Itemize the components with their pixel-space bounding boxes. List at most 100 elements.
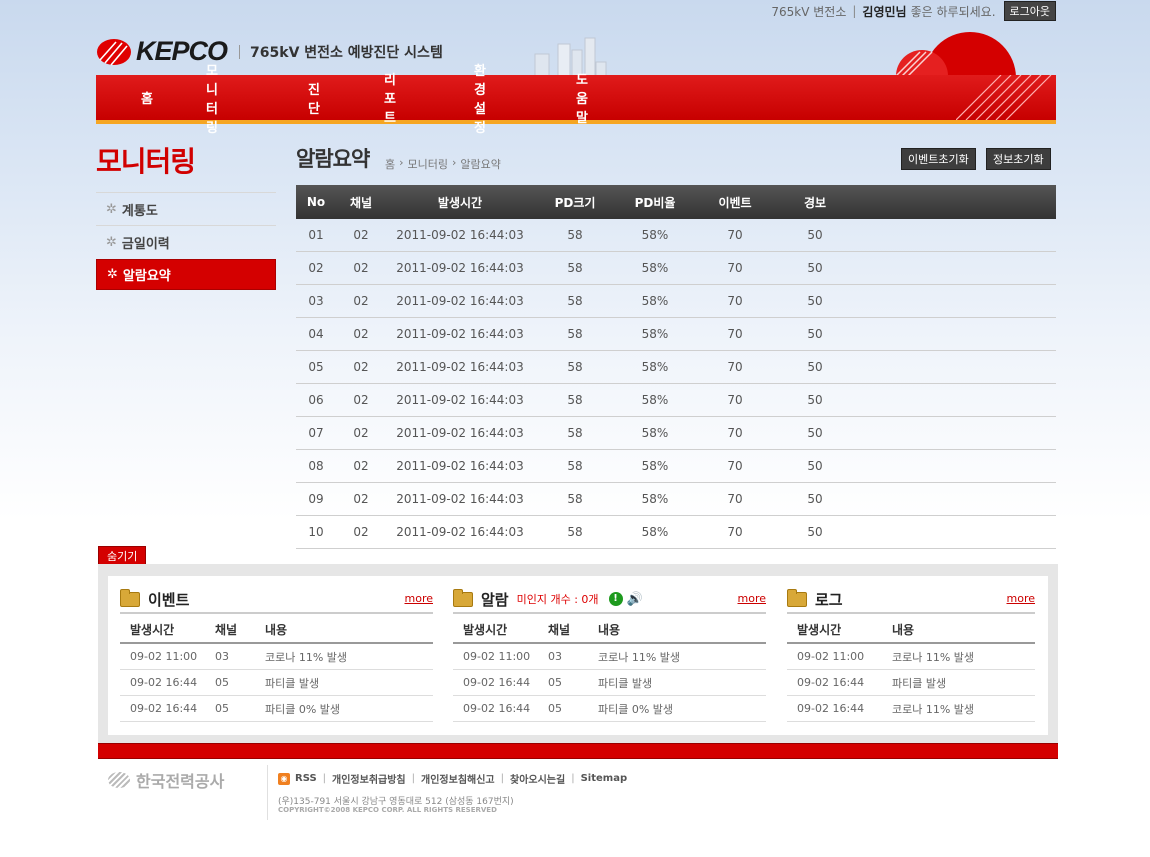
table-cell: 70: [694, 251, 776, 285]
table-cell: 05: [538, 695, 588, 722]
table-cell: 07: [296, 416, 336, 450]
table-row[interactable]: 04 02 2011-09-02 16:44:03 58 58% 70 50: [296, 317, 1056, 351]
speaker-icon[interactable]: 🔊: [627, 592, 643, 607]
footer-link-directions[interactable]: 찾아오시는길: [510, 771, 565, 786]
table-row[interactable]: 09-02 16:44 파티클 발생: [787, 669, 1035, 696]
table-cell: 코로나 11% 발생: [588, 643, 766, 670]
table-row[interactable]: 02 02 2011-09-02 16:44:03 58 58% 70 50: [296, 251, 1056, 285]
table-cell: 50: [776, 416, 854, 450]
table-cell-empty: [854, 219, 1056, 252]
table-row[interactable]: 09 02 2011-09-02 16:44:03 58 58% 70 50: [296, 482, 1056, 516]
chevron-right-icon: ›: [452, 156, 457, 169]
alarm-chat-icon[interactable]: !: [608, 592, 623, 606]
event-reset-button[interactable]: 이벤트초기화: [901, 148, 976, 170]
table-row[interactable]: 09-02 11:00 코로나 11% 발생: [787, 643, 1035, 670]
table-cell: 03: [205, 643, 255, 670]
table-cell: 2011-09-02 16:44:03: [386, 383, 534, 417]
table-cell: 50: [776, 449, 854, 483]
table-row[interactable]: 05 02 2011-09-02 16:44:03 58 58% 70 50: [296, 350, 1056, 384]
rss-icon: ◉: [278, 772, 290, 785]
city-decoration: [534, 37, 607, 76]
hide-panels-button[interactable]: 숨기기: [98, 546, 147, 566]
logout-button[interactable]: 로그아웃: [1003, 1, 1056, 21]
table-cell: 코로나 11% 발생: [882, 695, 1035, 722]
table-cell: 02: [336, 317, 386, 351]
table-header-row: No 채널 발생시간 PD크기 PD비율 이벤트 경보: [296, 185, 1056, 219]
table-row[interactable]: 09-02 16:44 05 파티클 발생: [120, 669, 433, 696]
nav-item-diagnosis[interactable]: 진단: [308, 79, 320, 117]
table-cell-empty: [854, 482, 1056, 516]
column-header: 내용: [882, 616, 1035, 644]
table-cell: 02: [336, 515, 386, 549]
table-row[interactable]: 09-02 16:44 05 파티클 0% 발생: [120, 695, 433, 722]
table-cell: 02: [336, 251, 386, 285]
table-cell: 58%: [616, 284, 694, 318]
table-row[interactable]: 09-02 11:00 03 코로나 11% 발생: [120, 643, 433, 670]
footer-link-privacy-policy[interactable]: 개인정보취급방침: [332, 771, 406, 786]
nav-item-monitoring[interactable]: 모니터링: [206, 60, 218, 136]
footer-link-rss[interactable]: RSS: [295, 773, 317, 784]
sidebar-item-alarm-summary[interactable]: ✲ 알람요약: [96, 259, 276, 290]
info-reset-button[interactable]: 정보초기화: [986, 148, 1051, 170]
alarm-summary-table: No 채널 발생시간 PD크기 PD비율 이벤트 경보 01 02 2011-09-…: [296, 185, 1056, 549]
event-more-link[interactable]: more: [405, 592, 434, 605]
table-cell: 70: [694, 515, 776, 549]
table-row[interactable]: 03 02 2011-09-02 16:44:03 58 58% 70 50: [296, 284, 1056, 318]
table-cell: 58: [534, 251, 616, 285]
table-row[interactable]: 09-02 16:44 코로나 11% 발생: [787, 695, 1035, 722]
footer-divider-bar: [98, 743, 1058, 759]
table-cell: 58%: [616, 482, 694, 516]
gear-icon: ✲: [106, 234, 117, 250]
table-row[interactable]: 06 02 2011-09-02 16:44:03 58 58% 70 50: [296, 383, 1056, 417]
table-cell: 58%: [616, 317, 694, 351]
table-row[interactable]: 09-02 16:44 05 파티클 0% 발생: [453, 695, 766, 722]
footer-link-sitemap[interactable]: Sitemap: [581, 773, 628, 784]
sidebar-item-label: 금일이력: [121, 236, 170, 252]
event-panel: 이벤트 more 발생시간 채널 내용 09-02 11:00 03 코로나 11%…: [120, 586, 433, 722]
table-cell-empty: [854, 449, 1056, 483]
footer-links: ◉ RSS | 개인정보취급방침 | 개인정보침해신고 | 찾아오시는길 | S…: [278, 771, 627, 786]
nav-item-home[interactable]: 홈: [141, 88, 153, 107]
nav-item-settings[interactable]: 환경설정: [474, 60, 486, 136]
table-cell: 2011-09-02 16:44:03: [386, 251, 534, 285]
sidebar-menu: ✲ 계통도 ✲ 금일이력 ✲ 알람요약: [96, 192, 276, 290]
table-cell: 10: [296, 515, 336, 549]
logo-divider: [239, 44, 241, 59]
breadcrumb-monitoring[interactable]: 모니터링: [408, 156, 448, 172]
table-cell: 58%: [616, 449, 694, 483]
table-row[interactable]: 07 02 2011-09-02 16:44:03 58 58% 70 50: [296, 416, 1056, 450]
table-cell: 02: [336, 383, 386, 417]
sidebar-item-today-history[interactable]: ✲ 금일이력: [96, 225, 276, 258]
nav-item-help[interactable]: 도움말: [576, 69, 588, 126]
breadcrumb-current: 알람요약: [460, 158, 501, 171]
log-panel-title: 로그: [815, 590, 843, 609]
alarm-more-link[interactable]: more: [738, 592, 767, 605]
system-name: 765kV 변전소 예방진단 시스템: [250, 44, 443, 61]
table-cell: 58: [534, 449, 616, 483]
table-row[interactable]: 01 02 2011-09-02 16:44:03 58 58% 70 50: [296, 219, 1056, 252]
table-row[interactable]: 10 02 2011-09-02 16:44:03 58 58% 70 50: [296, 515, 1056, 549]
table-cell: 50: [776, 284, 854, 318]
table-row[interactable]: 09-02 16:44 05 파티클 발생: [453, 669, 766, 696]
table-cell-empty: [854, 383, 1056, 417]
table-cell: 50: [776, 251, 854, 285]
table-row[interactable]: 08 02 2011-09-02 16:44:03 58 58% 70 50: [296, 449, 1056, 483]
table-row[interactable]: 09-02 11:00 03 코로나 11% 발생: [453, 643, 766, 670]
table-cell: 파티클 발생: [255, 669, 433, 696]
table-cell-empty: [854, 284, 1056, 318]
site-logo[interactable]: KEPCO 765kV 변전소 예방진단 시스템: [96, 36, 443, 67]
breadcrumb-home[interactable]: 홈: [385, 156, 395, 172]
table-cell: 06: [296, 383, 336, 417]
table-cell: 02: [296, 251, 336, 285]
table-cell: 2011-09-02 16:44:03: [386, 416, 534, 450]
table-cell: 02: [336, 219, 386, 252]
table-cell: 02: [336, 449, 386, 483]
nav-item-report[interactable]: 리포트: [384, 69, 396, 126]
log-more-link[interactable]: more: [1007, 592, 1036, 605]
table-cell: 50: [776, 317, 854, 351]
column-header-empty: [854, 185, 1056, 219]
unread-alarm-count: 미인지 개수 : 0개: [516, 593, 599, 606]
column-header: 발생시간: [453, 616, 538, 644]
footer-link-privacy-report[interactable]: 개인정보침해신고: [421, 771, 495, 786]
sidebar-item-system-diagram[interactable]: ✲ 계통도: [96, 192, 276, 225]
